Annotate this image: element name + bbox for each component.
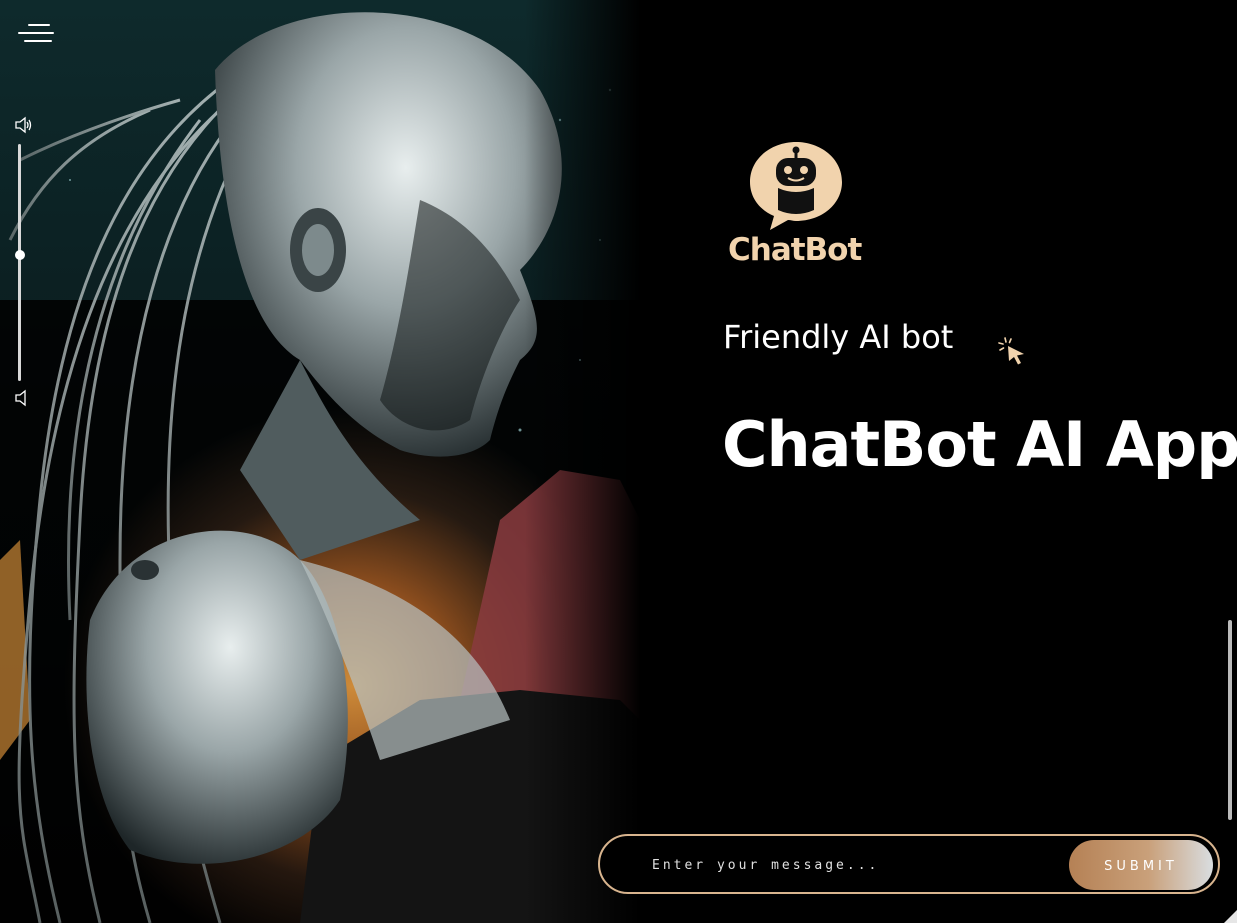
hamburger-menu-icon[interactable] (16, 22, 56, 46)
click-cursor-icon (998, 336, 1028, 368)
volume-slider-track[interactable] (18, 144, 21, 381)
message-input[interactable] (650, 848, 1054, 882)
tagline: Friendly AI bot (723, 318, 954, 356)
message-form: SUBMIT (598, 834, 1220, 894)
brand-wordmark: ChatBot (728, 232, 862, 268)
resize-corner (1223, 909, 1237, 923)
hero-android-illustration (0, 0, 640, 923)
robot-chat-bubble-icon (750, 142, 842, 230)
chatbot-logo: ChatBot (728, 140, 868, 272)
page-title: ChatBot AI App (722, 408, 1237, 481)
speaker-quiet-icon[interactable] (14, 389, 34, 407)
chatbot-landing-page: ChatBot Friendly AI bot ChatBot AI App S… (0, 0, 1237, 923)
scrollbar[interactable] (1228, 620, 1232, 820)
speaker-loud-icon[interactable] (14, 116, 34, 134)
submit-button[interactable]: SUBMIT (1069, 840, 1213, 890)
